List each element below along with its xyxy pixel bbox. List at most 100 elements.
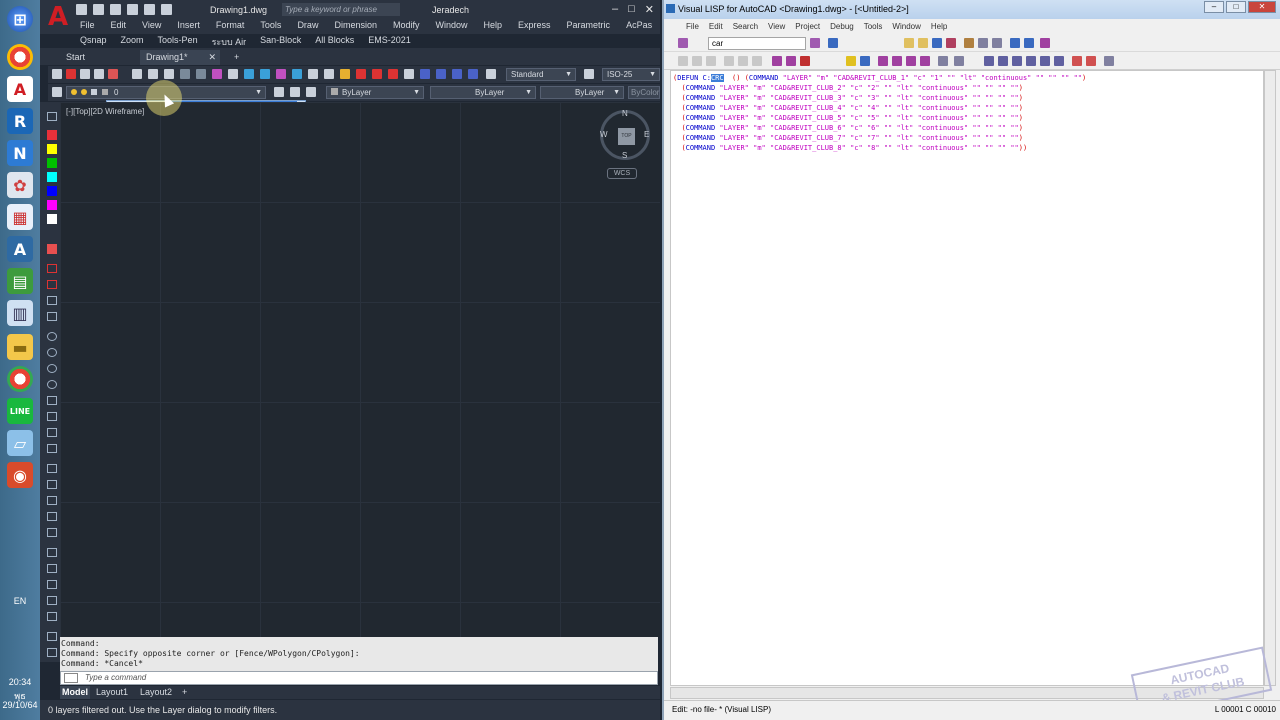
menu-item[interactable]: View	[768, 20, 785, 34]
menu-item[interactable]: EMS-2021	[368, 35, 411, 49]
explorer-icon[interactable]: ▬	[7, 334, 33, 360]
step-into-icon[interactable]	[678, 56, 688, 66]
circle-icon[interactable]	[47, 364, 57, 373]
search-input[interactable]: car	[708, 37, 806, 50]
find-icon[interactable]	[678, 38, 688, 48]
text-style-icon[interactable]	[486, 69, 496, 79]
cut-icon[interactable]	[964, 38, 974, 48]
help-icon[interactable]	[954, 56, 964, 66]
open-icon[interactable]	[93, 4, 104, 15]
window-icon[interactable]	[984, 56, 994, 66]
toolbar-icon[interactable]	[47, 280, 57, 289]
menu-item[interactable]: Draw	[297, 20, 318, 30]
dim-icon[interactable]	[260, 69, 270, 79]
text-style-3-icon[interactable]	[452, 69, 462, 79]
vertical-scrollbar[interactable]	[1264, 70, 1276, 686]
reset-icon[interactable]	[752, 56, 762, 66]
menu-item[interactable]: Debug	[830, 20, 854, 34]
breakpoints-icon[interactable]	[1086, 56, 1096, 66]
help-search-input[interactable]: Type a keyword or phrase	[282, 3, 400, 16]
redo-icon[interactable]	[1024, 38, 1034, 48]
code-line[interactable]: (COMMAND "LAYER" "m" "CAD&REVIT_CLUB_2" …	[673, 83, 1086, 93]
modify-icon[interactable]	[47, 464, 57, 473]
linetype-dropdown[interactable]: ByLayer ▼	[430, 86, 536, 99]
dim-style-dropdown[interactable]: ISO-25 ▼	[602, 68, 660, 81]
autocad-icon[interactable]: A	[7, 76, 33, 102]
menu-item[interactable]: File	[80, 20, 95, 30]
command-customize-icon[interactable]	[64, 673, 78, 683]
menu-item[interactable]: ระบบ Air	[212, 35, 247, 49]
plotstyle-dropdown[interactable]: ByColor	[628, 86, 660, 99]
book-icon[interactable]: ▱	[7, 430, 33, 456]
measure-icon[interactable]	[340, 69, 350, 79]
close-drawing-icon[interactable]	[66, 69, 76, 79]
text-icon[interactable]	[276, 69, 286, 79]
save-icon[interactable]	[110, 4, 121, 15]
toolbar-icon[interactable]	[47, 296, 57, 305]
trim-icon[interactable]	[372, 69, 382, 79]
trace-icon[interactable]	[1026, 56, 1036, 66]
publish-icon[interactable]	[164, 69, 174, 79]
comment-icon[interactable]	[920, 56, 930, 66]
make-block-icon[interactable]	[47, 412, 57, 421]
rotate-icon[interactable]	[47, 564, 57, 573]
menu-item[interactable]: Search	[733, 20, 758, 34]
layer-previous-icon[interactable]	[306, 87, 316, 97]
code-editor[interactable]: (DEFUN C:CRC () (COMMAND "LAYER" "m" "CA…	[670, 70, 1264, 686]
tab-start[interactable]: Start	[60, 50, 91, 65]
arc-icon[interactable]	[228, 69, 238, 79]
preview-icon[interactable]	[148, 69, 158, 79]
plot-icon[interactable]	[144, 4, 155, 15]
menu-item[interactable]: Tools-Pen	[158, 35, 198, 49]
command-input[interactable]: Type a command	[60, 671, 658, 685]
continue-icon[interactable]	[724, 56, 734, 66]
autocad-logo-icon[interactable]: A	[48, 3, 70, 31]
color-swatch-blue[interactable]	[47, 186, 57, 196]
color-swatch-yellow[interactable]	[47, 144, 57, 154]
line-icon[interactable]: LINE	[7, 398, 33, 424]
menu-item[interactable]: Project	[795, 20, 820, 34]
color-dropdown[interactable]: ByLayer ▼	[326, 86, 424, 99]
color-swatch-salmon[interactable]	[47, 244, 57, 254]
clock-time[interactable]: 20:34	[0, 677, 40, 687]
search-go-icon[interactable]	[810, 38, 820, 48]
chrome-icon[interactable]	[7, 44, 33, 70]
toolbar-icon[interactable]	[47, 312, 57, 321]
notepad-icon[interactable]: ▥	[7, 300, 33, 326]
check-window-icon[interactable]	[892, 56, 902, 66]
extend-icon[interactable]	[388, 69, 398, 79]
layer-match-icon[interactable]	[290, 87, 300, 97]
quit-icon[interactable]	[738, 56, 748, 66]
help-icon[interactable]	[308, 69, 318, 79]
new-icon[interactable]	[52, 69, 62, 79]
menu-item[interactable]: Help	[931, 20, 947, 34]
tab-model[interactable]: Model	[60, 686, 90, 699]
color-swatch-green[interactable]	[47, 158, 57, 168]
array-icon[interactable]	[47, 528, 57, 537]
plot-icon[interactable]	[132, 69, 142, 79]
text-style-4-icon[interactable]	[468, 69, 478, 79]
paint-icon[interactable]: ✿	[7, 172, 33, 198]
color-swatch-magenta[interactable]	[47, 200, 57, 210]
navisworks-icon[interactable]: N	[7, 140, 33, 166]
save-icon[interactable]	[932, 38, 942, 48]
chrome-icon[interactable]	[7, 366, 33, 392]
open-file-icon[interactable]	[918, 38, 928, 48]
inspect-icon[interactable]	[1012, 56, 1022, 66]
grid-icon[interactable]	[196, 69, 206, 79]
activate-autocad-icon[interactable]	[846, 56, 856, 66]
code-content[interactable]: (DEFUN C:CRC () (COMMAND "LAYER" "m" "CA…	[673, 73, 1086, 153]
color-swatch-red[interactable]	[47, 130, 57, 140]
menu-item[interactable]: All Blocks	[315, 35, 354, 49]
minimize-icon[interactable]: –	[1204, 1, 1224, 13]
save-icon[interactable]	[94, 69, 104, 79]
new-file-icon[interactable]	[904, 38, 914, 48]
tab-drawing1[interactable]: Drawing1* ✕	[140, 50, 220, 65]
mirror-icon[interactable]	[47, 496, 57, 505]
menu-item[interactable]: Edit	[111, 20, 127, 30]
powerpoint-icon[interactable]: ◉	[7, 462, 33, 488]
code-line[interactable]: (COMMAND "LAYER" "m" "CAD&REVIT_CLUB_5" …	[673, 113, 1086, 123]
minimize-icon[interactable]: –	[612, 3, 618, 16]
text-style-dropdown[interactable]: Standard ▼	[506, 68, 576, 81]
add-layout-icon[interactable]: +	[182, 686, 187, 699]
